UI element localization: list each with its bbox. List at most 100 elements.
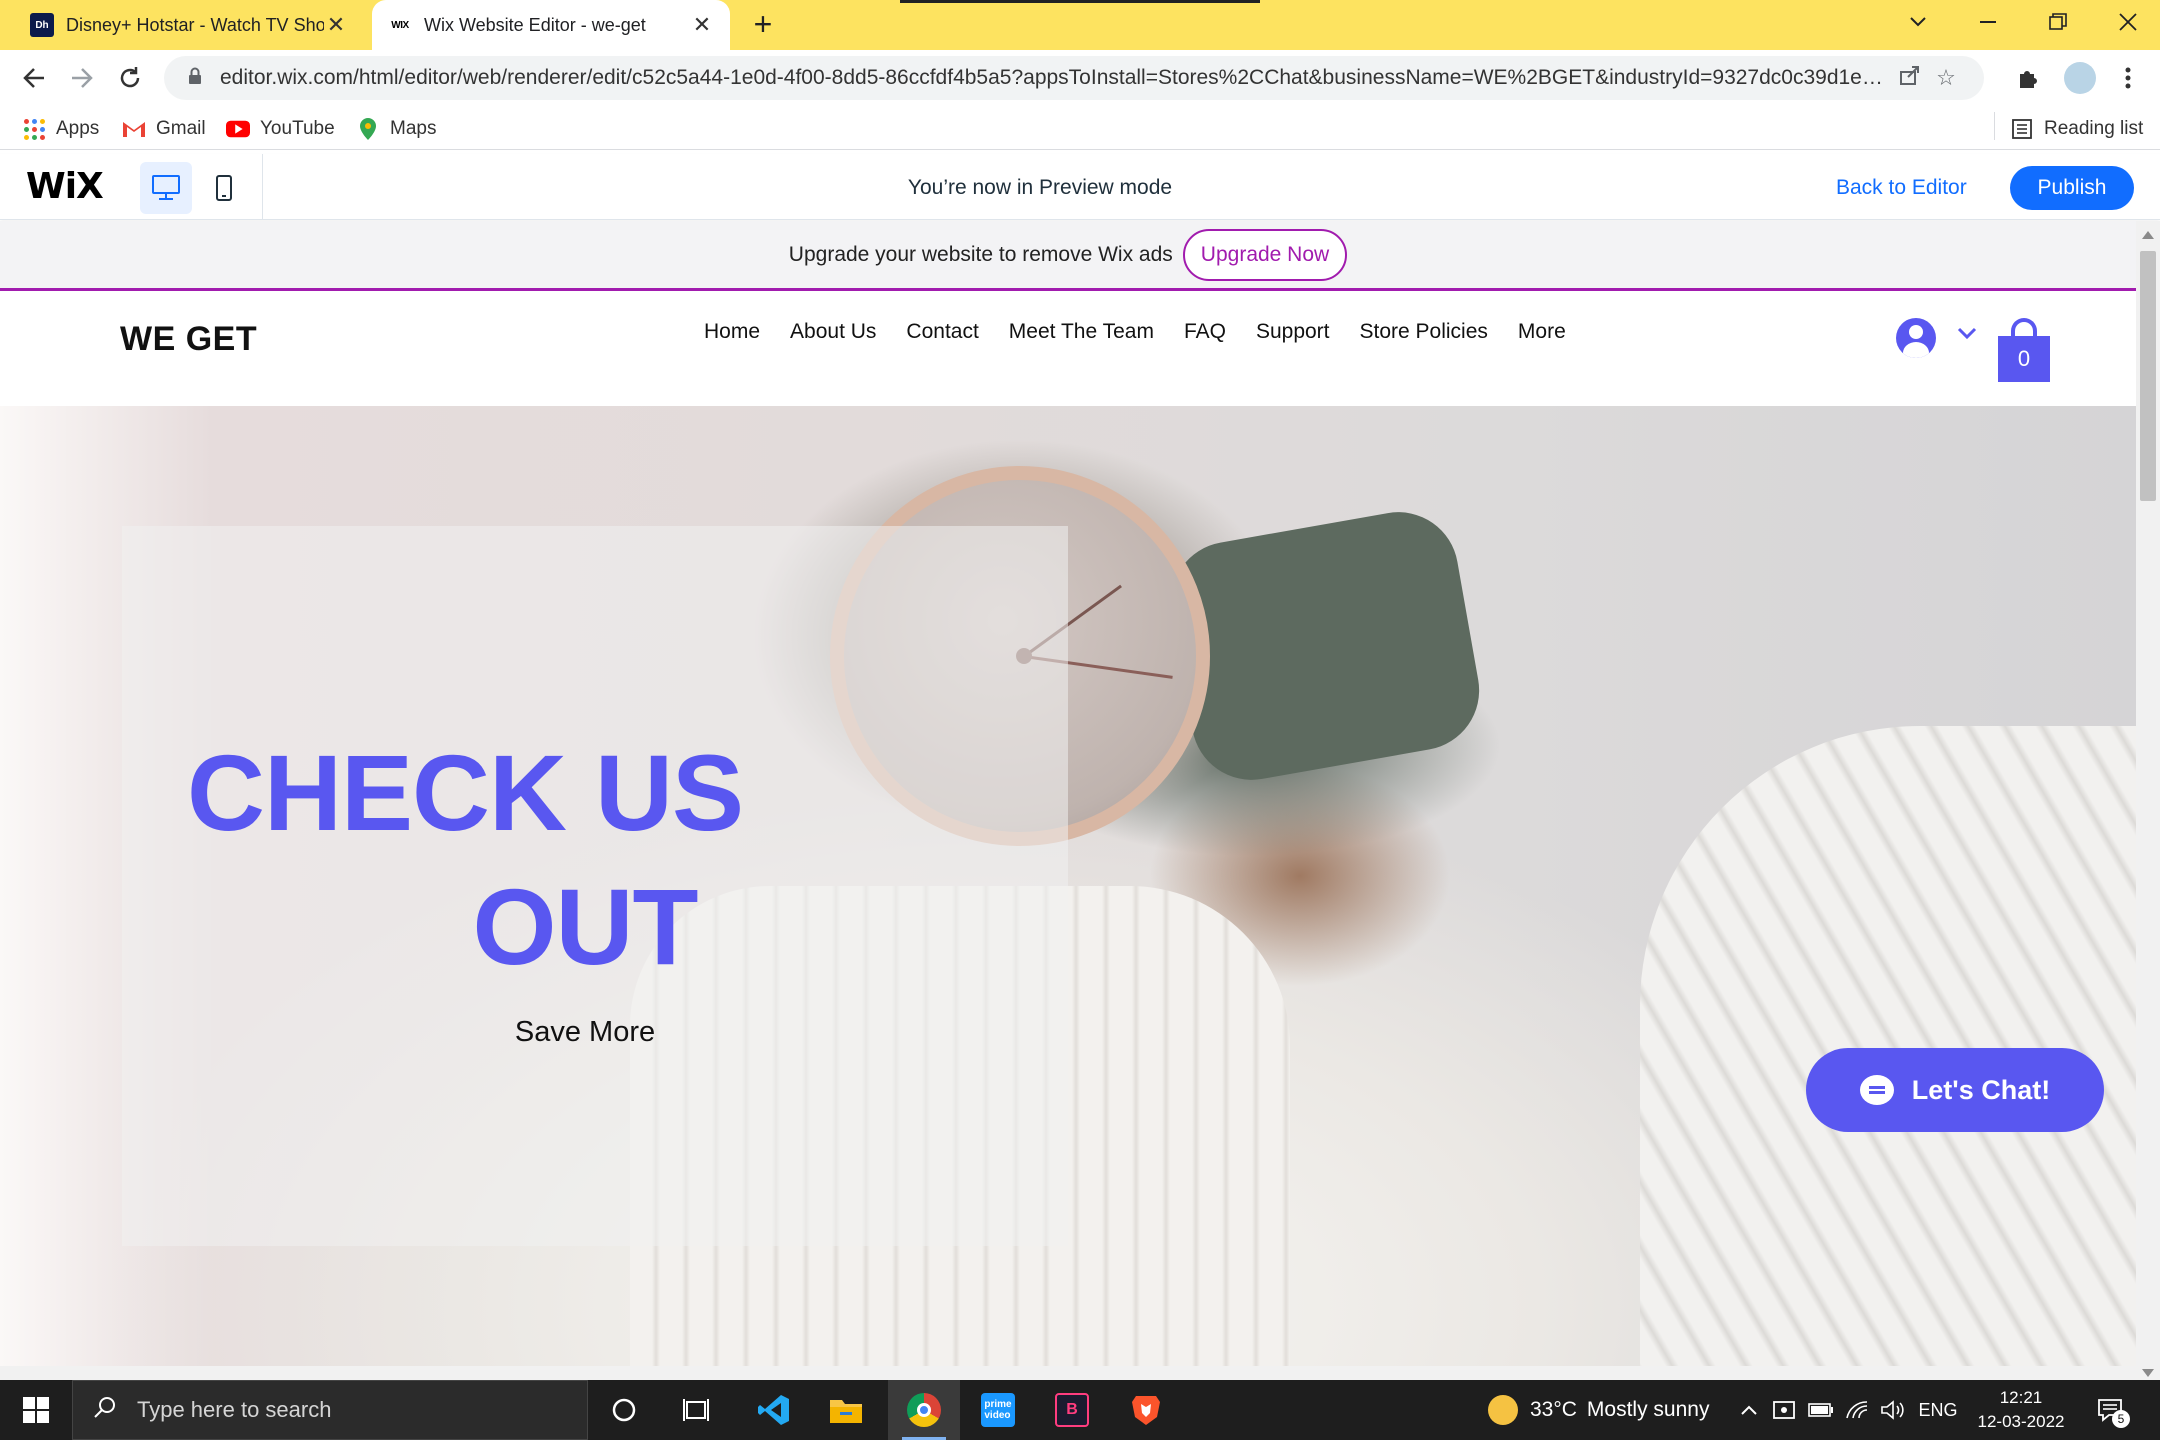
brave-browser-icon[interactable] — [1110, 1380, 1182, 1440]
tab-search-chevron-icon[interactable] — [1886, 0, 1950, 44]
battery-icon[interactable] — [1806, 1380, 1836, 1440]
close-icon[interactable]: ✕ — [690, 12, 714, 38]
menu-item-home[interactable]: Home — [704, 320, 760, 344]
tab-title: Disney+ Hotstar - Watch TV Sho — [66, 14, 324, 35]
lock-icon[interactable] — [184, 67, 206, 90]
chrome-taskbar-icon[interactable] — [888, 1380, 960, 1440]
prime-video-icon[interactable]: prime video — [962, 1380, 1034, 1440]
publish-button[interactable]: Publish — [2010, 166, 2134, 210]
windows-taskbar: Type here to search prime video B 33°C Mo… — [0, 1380, 2160, 1440]
restore-button[interactable] — [2026, 0, 2090, 44]
menu-item-more[interactable]: More — [1518, 320, 1566, 344]
file-explorer-icon[interactable] — [810, 1380, 882, 1440]
reload-icon[interactable] — [112, 60, 148, 96]
reading-list-label: Reading list — [2044, 118, 2144, 139]
bookmark-label: Gmail — [156, 118, 206, 139]
menu-item-support[interactable]: Support — [1256, 320, 1330, 344]
input-language[interactable]: ENG — [1916, 1380, 1960, 1440]
app-icon[interactable]: B — [1036, 1380, 1108, 1440]
task-view-icon[interactable] — [660, 1380, 732, 1440]
tab-wix-editor[interactable]: WIX Wix Website Editor - we-get ✕ — [372, 0, 730, 50]
close-icon[interactable]: ✕ — [324, 12, 348, 38]
hero-headline-line1: CHECK US — [186, 732, 744, 853]
account-avatar-icon[interactable] — [1896, 318, 1936, 358]
weather-sunny-icon — [1488, 1395, 1518, 1425]
menu-item-meet-the-team[interactable]: Meet The Team — [1009, 320, 1154, 344]
chat-bubble-icon — [1859, 1075, 1894, 1105]
chat-button-label: Let's Chat! — [1911, 1074, 2051, 1105]
bookmark-apps[interactable]: Apps — [22, 114, 99, 144]
bookmark-label: Apps — [56, 118, 100, 139]
site-menu: Home About Us Contact Meet The Team FAQ … — [704, 320, 1566, 344]
meet-now-icon[interactable] — [1770, 1380, 1800, 1440]
cart-count: 0 — [2017, 346, 2031, 371]
weather-widget[interactable]: 33°C Mostly sunny — [1488, 1380, 1709, 1440]
clock-date: 12-03-2022 — [1977, 1412, 2065, 1431]
menu-item-store-policies[interactable]: Store Policies — [1360, 320, 1488, 344]
wix-preview-bar: WiX You’re now in Preview mode Back to E… — [0, 154, 2160, 220]
hero-strip: CHECK US OUT Save More — [0, 406, 2136, 1366]
scroll-up-arrow-icon[interactable] — [2142, 231, 2154, 239]
clock-time: 12:21 — [1999, 1388, 2043, 1407]
share-icon[interactable] — [1892, 64, 1928, 92]
bookmark-label: Maps — [390, 118, 437, 139]
bookmark-gmail[interactable]: Gmail — [122, 114, 206, 144]
address-bar[interactable]: editor.wix.com/html/editor/web/renderer/… — [164, 56, 1984, 100]
scroll-down-arrow-icon[interactable] — [2142, 1369, 2154, 1377]
cortana-icon[interactable] — [588, 1380, 660, 1440]
back-arrow-icon[interactable] — [16, 60, 52, 96]
bookmark-maps[interactable]: Maps — [356, 114, 436, 144]
wifi-icon[interactable] — [1842, 1380, 1872, 1440]
scrollbar-thumb[interactable] — [2140, 251, 2156, 501]
show-hidden-icons-chevron-up-icon[interactable] — [1734, 1380, 1764, 1440]
wix-ad-banner: Upgrade your website to remove Wix ads U… — [0, 221, 2136, 291]
volume-icon[interactable] — [1878, 1380, 1908, 1440]
profile-avatar-icon[interactable] — [2064, 62, 2096, 94]
bookmarks-bar: Apps Gmail YouTube Maps Reading list — [0, 108, 2160, 150]
chrome-menu-icon[interactable] — [2110, 60, 2146, 96]
menu-item-contact[interactable]: Contact — [906, 320, 978, 344]
maps-icon — [356, 117, 380, 141]
taskbar-search-box[interactable]: Type here to search — [72, 1380, 588, 1440]
close-window-button[interactable] — [2096, 0, 2160, 44]
reading-list-button[interactable]: Reading list — [2010, 114, 2143, 144]
chrome-icon — [907, 1393, 941, 1427]
upgrade-now-button[interactable]: Upgrade Now — [1182, 228, 1348, 281]
wix-icon: WIX — [391, 19, 409, 31]
start-button[interactable] — [0, 1380, 72, 1440]
notification-center-icon[interactable]: 5 — [2090, 1390, 2130, 1430]
minimize-button[interactable] — [1956, 0, 2020, 44]
reading-list-icon — [2010, 117, 2034, 141]
vertical-scrollbar[interactable] — [2136, 221, 2160, 1387]
hero-image-sleeve — [1640, 726, 2136, 1366]
extensions-puzzle-icon[interactable] — [2010, 60, 2046, 96]
new-tab-button[interactable]: + — [746, 8, 780, 42]
bookmark-youtube[interactable]: YouTube — [226, 114, 335, 144]
site-viewport: Upgrade your website to remove Wix ads U… — [0, 221, 2136, 1366]
tab-hotstar[interactable]: Dh Disney+ Hotstar - Watch TV Sho ✕ — [14, 0, 364, 50]
menu-item-about-us[interactable]: About Us — [790, 320, 876, 344]
tab-title: Wix Website Editor - we-get — [424, 14, 646, 35]
url-text[interactable]: editor.wix.com/html/editor/web/renderer/… — [220, 66, 1892, 90]
bookmark-label: YouTube — [260, 118, 335, 139]
horizontal-scroll-track — [0, 1366, 2136, 1380]
youtube-icon — [226, 117, 250, 141]
weather-description: Mostly sunny — [1586, 1398, 1710, 1421]
search-placeholder: Type here to search — [137, 1397, 332, 1422]
notification-count-badge: 5 — [2112, 1410, 2130, 1428]
lets-chat-button[interactable]: Let's Chat! — [1806, 1048, 2104, 1132]
windows-logo-icon — [23, 1397, 49, 1423]
vscode-icon[interactable] — [738, 1380, 810, 1440]
tab-strip: Dh Disney+ Hotstar - Watch TV Sho ✕ WIX … — [0, 0, 2160, 50]
cart-icon[interactable]: 0 — [1998, 318, 2050, 382]
account-chevron-down-icon[interactable] — [1954, 320, 1980, 346]
hero-headline-line2: OUT — [472, 866, 699, 987]
forward-arrow-icon[interactable] — [64, 60, 100, 96]
site-logo[interactable]: WE GET — [120, 320, 257, 359]
bookmarks-separator — [1994, 112, 1995, 140]
bookmark-star-icon[interactable]: ☆ — [1928, 65, 1964, 91]
hero-headline: CHECK US OUT — [122, 726, 1068, 994]
back-to-editor-link[interactable]: Back to Editor — [1836, 176, 1967, 200]
system-clock[interactable]: 12:21 12-03-2022 — [1966, 1386, 2076, 1434]
menu-item-faq[interactable]: FAQ — [1184, 320, 1226, 344]
